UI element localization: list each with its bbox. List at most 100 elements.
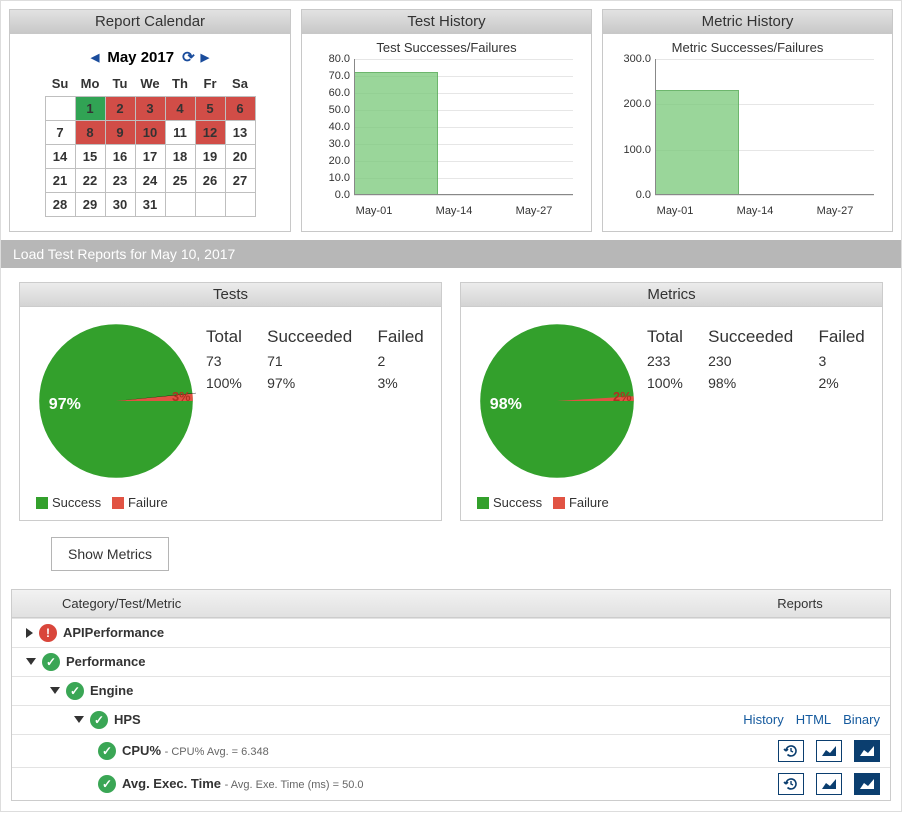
calendar-day[interactable]: 19 [195, 144, 225, 168]
collapse-icon[interactable] [50, 687, 60, 694]
chart-fill-icon[interactable] [854, 740, 880, 762]
calendar-day[interactable]: 25 [165, 168, 195, 192]
calendar-day[interactable]: 17 [135, 144, 165, 168]
legend-failure-swatch [553, 497, 565, 509]
calendar-day[interactable]: 23 [105, 168, 135, 192]
calendar-day[interactable]: 1 [75, 96, 105, 120]
val-fail-n: 2 [377, 353, 425, 369]
panel-title: Metric History [603, 10, 892, 34]
col-failed: Failed [818, 327, 866, 347]
calendar-day[interactable]: 20 [225, 144, 255, 168]
calendar-day[interactable]: 22 [75, 168, 105, 192]
val-succ-p: 98% [708, 375, 794, 391]
link-binary[interactable]: Binary [843, 712, 880, 727]
col-total: Total [647, 327, 684, 347]
calendar-day[interactable]: 30 [105, 192, 135, 216]
calendar-day[interactable]: 16 [105, 144, 135, 168]
y-tick-label: 30.0 [314, 138, 350, 150]
calendar-day[interactable]: 2 [105, 96, 135, 120]
calendar-day[interactable]: 28 [45, 192, 75, 216]
y-tick-label: 70.0 [314, 70, 350, 82]
calendar-day[interactable]: 5 [195, 96, 225, 120]
history-bar [355, 72, 438, 194]
results-tree: Category/Test/Metric Reports APIPerforma… [11, 589, 891, 801]
metric-name: Avg. Exec. Time [122, 776, 221, 791]
link-history[interactable]: History [743, 712, 783, 727]
calendar-day[interactable]: 9 [105, 120, 135, 144]
collapse-icon[interactable] [74, 716, 84, 723]
row-label: HPS [114, 712, 141, 727]
x-tick-label: May-27 [817, 205, 854, 217]
calendar-day[interactable]: 3 [135, 96, 165, 120]
refresh-icon[interactable]: ⟳ [182, 48, 195, 66]
calendar-day[interactable]: 6 [225, 96, 255, 120]
metric-history-chart: 0.0100.0200.0300.0May-01May-14May-27 [615, 57, 880, 217]
calendar-day[interactable]: 24 [135, 168, 165, 192]
x-tick-label: May-27 [516, 205, 553, 217]
tree-row-engine[interactable]: Engine [12, 676, 890, 705]
calendar-day[interactable]: 4 [165, 96, 195, 120]
y-tick-label: 80.0 [314, 53, 350, 65]
calendar-day[interactable]: 15 [75, 144, 105, 168]
x-tick-label: May-14 [737, 205, 774, 217]
val-fail-p: 3% [377, 375, 425, 391]
calendar-day[interactable]: 7 [45, 120, 75, 144]
row-label: Performance [66, 654, 145, 669]
calendar-day[interactable]: 11 [165, 120, 195, 144]
y-tick-label: 50.0 [314, 104, 350, 116]
tests-legend: Success Failure [20, 489, 441, 520]
pie-success-label: 98% [490, 396, 522, 413]
report-calendar-panel: Report Calendar ◀ May 2017 ⟳ ▶ SuMoTuWeT… [9, 9, 291, 232]
calendar-prev-icon[interactable]: ◀ [91, 51, 99, 64]
calendar-day[interactable]: 14 [45, 144, 75, 168]
tree-row-hps[interactable]: HPS History HTML Binary [12, 705, 890, 734]
calendar-day[interactable]: 31 [135, 192, 165, 216]
calendar-day[interactable]: 8 [75, 120, 105, 144]
y-tick-label: 0.0 [615, 189, 651, 201]
calendar-day[interactable]: 12 [195, 120, 225, 144]
legend-failure-swatch [112, 497, 124, 509]
collapse-icon[interactable] [26, 658, 36, 665]
tree-row-apiperformance[interactable]: APIPerformance [12, 618, 890, 647]
calendar-next-icon[interactable]: ▶ [201, 51, 209, 64]
calendar-weekday: We [135, 72, 165, 96]
calendar-day[interactable]: 13 [225, 120, 255, 144]
calendar-month-label: May 2017 [105, 49, 176, 66]
calendar-table: SuMoTuWeThFrSa 1234567891011121314151617… [45, 72, 256, 217]
row-label: Engine [90, 683, 133, 698]
calendar-weekday: Su [45, 72, 75, 96]
history-icon[interactable] [778, 773, 804, 795]
chart-outline-icon[interactable] [816, 773, 842, 795]
val-total-p: 100% [206, 375, 243, 391]
val-total-p: 100% [647, 375, 684, 391]
show-metrics-button[interactable]: Show Metrics [51, 537, 169, 571]
link-html[interactable]: HTML [796, 712, 831, 727]
expand-icon[interactable] [26, 628, 33, 638]
calendar-weekday: Tu [105, 72, 135, 96]
calendar-day[interactable]: 29 [75, 192, 105, 216]
status-pass-icon [98, 775, 116, 793]
panel-title: Test History [302, 10, 591, 34]
calendar-weekday: Mo [75, 72, 105, 96]
chart-fill-icon[interactable] [854, 773, 880, 795]
calendar-day[interactable]: 18 [165, 144, 195, 168]
metrics-pie-chart: 98% 2% [477, 321, 637, 481]
calendar-day [225, 192, 255, 216]
history-icon[interactable] [778, 740, 804, 762]
calendar-day[interactable]: 10 [135, 120, 165, 144]
calendar-day[interactable]: 27 [225, 168, 255, 192]
tree-row-cpu: CPU% - CPU% Avg. = 6.348 [12, 734, 890, 767]
calendar-weekday: Th [165, 72, 195, 96]
tree-row-performance[interactable]: Performance [12, 647, 890, 676]
col-succeeded: Succeeded [708, 327, 794, 347]
chart-outline-icon[interactable] [816, 740, 842, 762]
calendar-day[interactable]: 21 [45, 168, 75, 192]
calendar-day[interactable]: 26 [195, 168, 225, 192]
status-pass-icon [98, 742, 116, 760]
pie-failure-label: 3% [172, 389, 191, 404]
panel-title: Metrics [461, 283, 882, 307]
calendar-day [45, 96, 75, 120]
panel-title: Tests [20, 283, 441, 307]
tests-pie-chart: 97% 3% [36, 321, 196, 481]
status-pass-icon [42, 653, 60, 671]
